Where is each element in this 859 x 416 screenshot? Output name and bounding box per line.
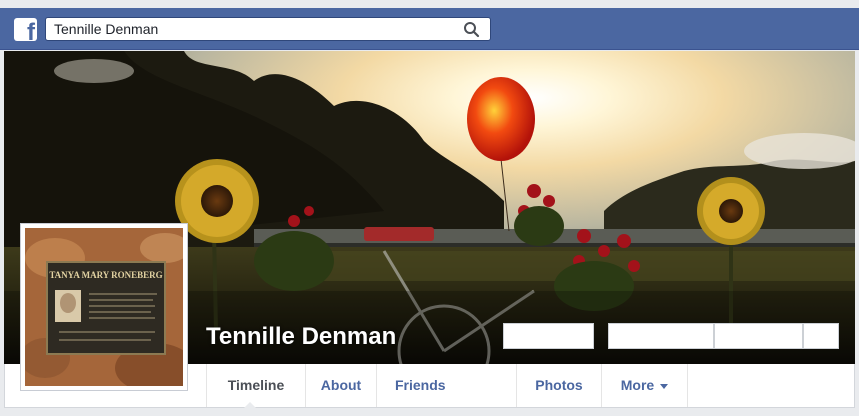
cover-action-button-1[interactable] xyxy=(503,323,594,349)
browser-strip xyxy=(0,0,859,8)
tab-timeline[interactable]: Timeline xyxy=(206,364,305,407)
profile-name[interactable]: Tennille Denman xyxy=(206,323,396,351)
search-icon xyxy=(464,22,480,38)
tab-photos[interactable]: Photos xyxy=(516,364,601,407)
memorial-plaque-image: TANYA MARY RONEBERG xyxy=(25,228,183,386)
cover-action-button-3[interactable] xyxy=(714,323,803,349)
facebook-logo[interactable]: f xyxy=(14,18,37,41)
profile-picture: TANYA MARY RONEBERG xyxy=(25,228,183,386)
dropdown-caret-icon xyxy=(660,383,669,389)
cover-action-button-2[interactable] xyxy=(608,323,714,349)
tab-friends[interactable]: Friends xyxy=(376,364,516,407)
top-navigation-bar: f xyxy=(0,0,859,50)
profile-picture-frame[interactable]: TANYA MARY RONEBERG xyxy=(20,223,188,391)
search-box xyxy=(45,17,491,41)
search-input[interactable] xyxy=(46,18,456,40)
cover-action-button-4[interactable] xyxy=(803,323,839,349)
search-button[interactable] xyxy=(454,18,490,40)
active-tab-indicator xyxy=(243,402,257,409)
plaque-name: TANYA MARY RONEBERG xyxy=(49,270,162,280)
tab-more[interactable]: More xyxy=(601,364,688,407)
tab-about[interactable]: About xyxy=(305,364,376,407)
tab-more-label: More xyxy=(620,377,655,393)
